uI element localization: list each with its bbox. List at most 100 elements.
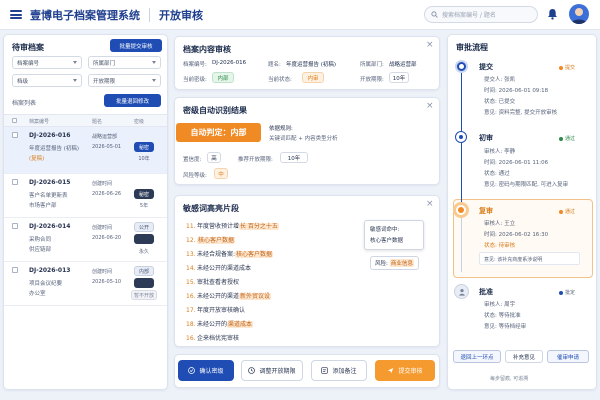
step-first-review-line: 状态: 通过 — [484, 171, 510, 177]
level-badge: 秘密 — [134, 142, 154, 152]
current-level-label: 当前密级: — [183, 77, 207, 83]
dept-label: 所属部门: — [360, 62, 384, 68]
col-archive-no: 档案编号 — [29, 119, 50, 125]
fragment-line: 18.未经公开的渠道成本 — [186, 321, 254, 328]
archive-date: 2026-06-26 — [92, 191, 122, 197]
adjust-period-button[interactable]: 调整开放期限 — [241, 360, 303, 381]
batch-submit-button[interactable]: 批量提交审核 — [110, 39, 162, 52]
confirm-level-button[interactable]: 确认密级 — [178, 360, 234, 381]
bell-icon[interactable] — [547, 8, 558, 20]
list-item[interactable]: DJ-2026-015 客户名单更新表 市场客户部 创建时间 2026-06-2… — [4, 174, 167, 218]
app-title: 壹博电子档案管理系统 — [30, 8, 140, 22]
class-filter[interactable]: 档级 — [12, 74, 82, 87]
archive-date: 2026-05-10 — [92, 279, 122, 285]
row-checkbox[interactable] — [12, 223, 18, 229]
pending-title: 待审档案 — [12, 43, 44, 52]
open-period: 10年 — [138, 156, 150, 162]
close-icon[interactable]: × — [426, 101, 434, 111]
step-submit-line: 意见: 资料完整, 提交开放审核 — [484, 110, 558, 116]
remind-button[interactable]: 催审申请 — [547, 350, 589, 363]
step-first-review-tag: 通过 — [559, 135, 575, 142]
archive-date: 2026-06-20 — [92, 235, 122, 241]
row-checkbox[interactable] — [12, 267, 18, 273]
basis-value: 关键词匹配 + 内容类型分析 — [269, 136, 338, 142]
open-period: 永久 — [138, 249, 149, 255]
archive-dept: 办公室 — [29, 291, 46, 297]
level-badge: 内部 — [134, 266, 154, 276]
step-approve-title: 批准 — [479, 288, 493, 296]
menu-icon[interactable] — [10, 10, 22, 19]
list-header: 档案编号 题名 密级 — [4, 114, 167, 127]
archive-title: 年度运营报告 (初稿) — [29, 146, 80, 152]
list-item[interactable]: DJ-2026-014 采购合同 供应链部 创建时间 2026-06-20 公开… — [4, 218, 167, 262]
archive-id: DJ-2026-014 — [29, 223, 71, 230]
flow-title: 审批流程 — [456, 43, 488, 52]
clock-icon — [248, 367, 256, 374]
search-placeholder: 搜索档案编号 / 题名 — [442, 12, 496, 19]
recommended-period-value: 10年 — [280, 152, 308, 163]
list-item[interactable]: DJ-2026-016 年度运营报告 (初稿) (复稿) 战略运营部 2026-… — [4, 127, 167, 174]
row-checkbox[interactable] — [12, 179, 18, 185]
risk-label: 风险: — [375, 261, 388, 267]
check-circle-icon — [188, 367, 196, 374]
tooltip-title: 敏感词命中: — [370, 227, 400, 233]
step-submit-line: 提交人: 张凯 — [484, 77, 516, 83]
step-first-review-node — [455, 131, 467, 143]
step-second-review-title: 复审 — [479, 207, 493, 215]
fragment-line: 11.年度营收预计增长 百分之十五 — [186, 223, 279, 230]
open-period-value: 10年 — [389, 72, 409, 83]
auto-judge-badge: 自动判定：内部 — [176, 123, 261, 142]
title-label: 题名: — [268, 62, 281, 68]
row-checkbox[interactable] — [12, 132, 18, 138]
search-icon — [431, 11, 438, 18]
level-badge: 公开 — [134, 222, 154, 232]
current-level-badge: 内部 — [212, 72, 234, 83]
list-item[interactable]: DJ-2026-013 项目会议纪要 办公室 创建时间 2026-05-10 内… — [4, 262, 167, 306]
divider — [149, 7, 150, 22]
step-approve-line: 状态: 等待批准 — [484, 313, 521, 319]
close-icon[interactable]: × — [426, 40, 434, 50]
dept-filter[interactable]: 所属部门 — [88, 56, 161, 69]
step-second-review-node — [453, 202, 469, 218]
submit-review-button[interactable]: 提交审核 — [375, 360, 435, 381]
return-prev-button[interactable]: 退回上一环点 — [453, 350, 501, 363]
batch-return-button[interactable]: 批量退回修改 — [104, 94, 161, 107]
risk-level-value: 中 — [214, 168, 228, 179]
archive-dept: 供应链部 — [29, 247, 52, 253]
fragment-line: 12. 核心客户数据 — [186, 237, 236, 244]
archive-title: 项目会议纪要 — [29, 281, 63, 287]
archive-no-filter[interactable]: 档案编号 — [12, 56, 82, 69]
step-submit-line: 时间: 2026-06-01 09:18 — [484, 88, 549, 94]
current-status-badge: 内审 — [302, 72, 324, 83]
archive-id: DJ-2026-016 — [29, 132, 71, 139]
level-badge-alt — [134, 278, 154, 288]
archive-title: 客户名单更新表 — [29, 193, 68, 199]
created-label: 创建时间 — [92, 225, 113, 231]
content-review-card: 档案内容审核 × 档案编号: DJ-2026-016 题名: 年度运营报告 (初… — [174, 36, 440, 90]
step-second-review-line: 时间: 2026-06-02 16:30 — [484, 232, 549, 238]
archive-note: (复稿) — [29, 156, 45, 162]
archive-id: DJ-2026-015 — [29, 179, 71, 186]
pending-panel: 待审档案 批量提交审核 档案编号 所属部门 档级 开放期限 档案列表 批量退回修… — [3, 34, 168, 390]
user-avatar[interactable] — [569, 4, 589, 24]
add-opinion-button[interactable]: 补充意见 — [505, 350, 543, 363]
tooltip-value: 核心客户数据 — [370, 238, 404, 244]
step-first-review-line: 意见: 密码与期限匹配, 可进入复审 — [484, 182, 569, 188]
confidence-label: 置信度: — [183, 157, 202, 163]
fragment-line: 16.企来档优宪审核 — [186, 335, 240, 342]
recommended-period-label: 推荐开放期限: — [238, 157, 273, 163]
period-filter[interactable]: 开放期限 — [88, 74, 161, 87]
search-input[interactable]: 搜索档案编号 / 题名 — [424, 6, 538, 23]
step-first-review-line: 时间: 2026-06-01 11:06 — [484, 160, 549, 166]
archive-id: DJ-2026-013 — [29, 267, 71, 274]
ai-result-title: 密级自动识别结果 — [183, 106, 247, 115]
col-title: 题名 — [92, 119, 103, 125]
note-icon — [321, 367, 329, 374]
close-icon[interactable]: × — [426, 199, 434, 209]
step-second-review-line: 状态: 待审核 — [484, 243, 516, 249]
flow-line-pending — [461, 212, 462, 272]
fragment-line: 14.未经公开的渠道成本 — [186, 265, 252, 272]
archive-dept: 市场客户部 — [29, 203, 57, 209]
add-note-button[interactable]: 添加备注 — [311, 360, 367, 381]
col-level: 密级 — [134, 119, 145, 125]
